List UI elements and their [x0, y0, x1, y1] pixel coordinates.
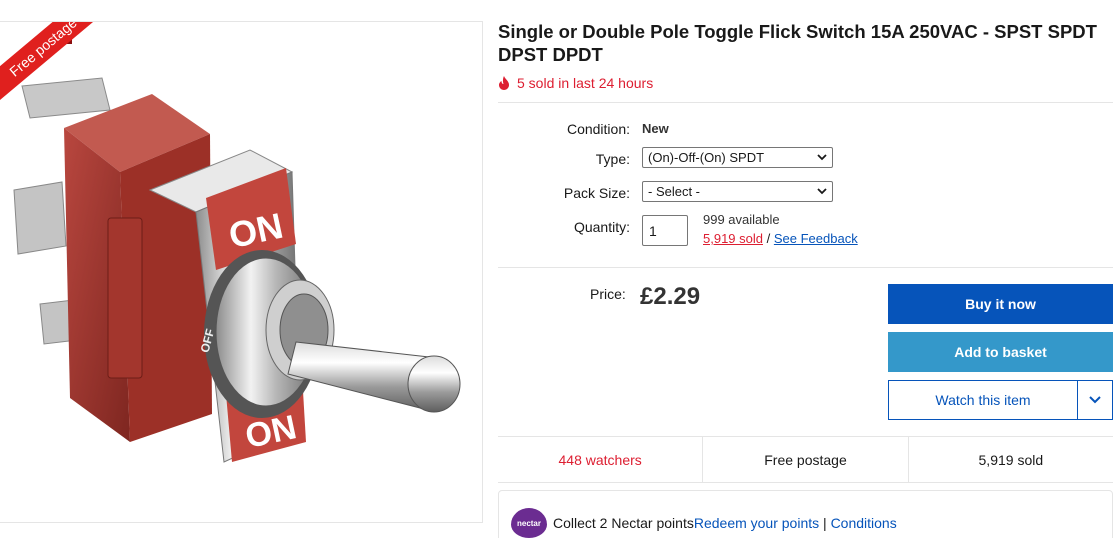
price-value: £2.29: [640, 283, 701, 310]
available-count: 999 available: [703, 212, 780, 227]
watchers-count: 448 watchers: [498, 437, 704, 482]
see-feedback-link[interactable]: See Feedback: [774, 231, 858, 246]
nectar-collect-text: Collect 2 Nectar points: [553, 515, 694, 531]
divider: [498, 267, 1113, 268]
separator: /: [766, 231, 771, 246]
price-label: Price:: [590, 286, 626, 302]
nectar-panel: nectar Collect 2 Nectar pointsRedeem you…: [498, 490, 1113, 538]
listing-title: Single or Double Pole Toggle Flick Switc…: [498, 21, 1097, 65]
sold-feedback-line: 5,919 sold / See Feedback: [703, 231, 858, 246]
hot-indicator: 5 sold in last 24 hours: [498, 75, 653, 91]
watch-item-control: Watch this item: [888, 380, 1113, 420]
product-image: ON ON OFF: [13, 77, 461, 463]
nectar-logo: nectar: [511, 508, 547, 538]
conditions-link[interactable]: Conditions: [831, 515, 897, 531]
fire-icon: [499, 76, 509, 90]
nectar-divider: |: [823, 515, 827, 531]
product-image-panel[interactable]: ON ON OFF Free postage: [0, 21, 483, 523]
divider: [498, 102, 1113, 103]
pack-size-label: Pack Size:: [563, 185, 630, 201]
sold-count-link[interactable]: 5,919 sold: [703, 231, 763, 246]
listing-stats: 448 watchers Free postage 5,919 sold: [498, 436, 1113, 483]
type-select[interactable]: (On)-Off-(On) SPDT: [642, 147, 833, 168]
pack-size-select[interactable]: - Select -: [642, 181, 833, 202]
chevron-down-icon: [817, 188, 827, 195]
pack-size-select-value: - Select -: [648, 184, 701, 199]
watch-item-button[interactable]: Watch this item: [889, 381, 1078, 419]
chevron-down-icon: [817, 154, 827, 161]
sold-count: 5,919 sold: [978, 451, 1044, 468]
condition-value: New: [642, 121, 669, 136]
quantity-label: Quantity:: [573, 219, 630, 235]
watch-dropdown-button[interactable]: [1078, 381, 1112, 419]
nectar-text: Collect 2 Nectar pointsRedeem your point…: [553, 515, 897, 531]
hot-text: 5 sold in last 24 hours: [517, 75, 654, 91]
condition-label: Condition:: [566, 121, 630, 137]
quantity-input[interactable]: 1: [642, 215, 688, 246]
redeem-points-link[interactable]: Redeem your points: [694, 515, 819, 531]
type-select-value: (On)-Off-(On) SPDT: [648, 150, 765, 165]
add-to-basket-button[interactable]: Add to basket: [888, 332, 1113, 372]
type-label: Type:: [595, 151, 630, 167]
chevron-down-icon: [1089, 396, 1101, 404]
postage-info: Free postage: [703, 437, 909, 482]
buy-it-now-button[interactable]: Buy it now: [888, 284, 1113, 324]
